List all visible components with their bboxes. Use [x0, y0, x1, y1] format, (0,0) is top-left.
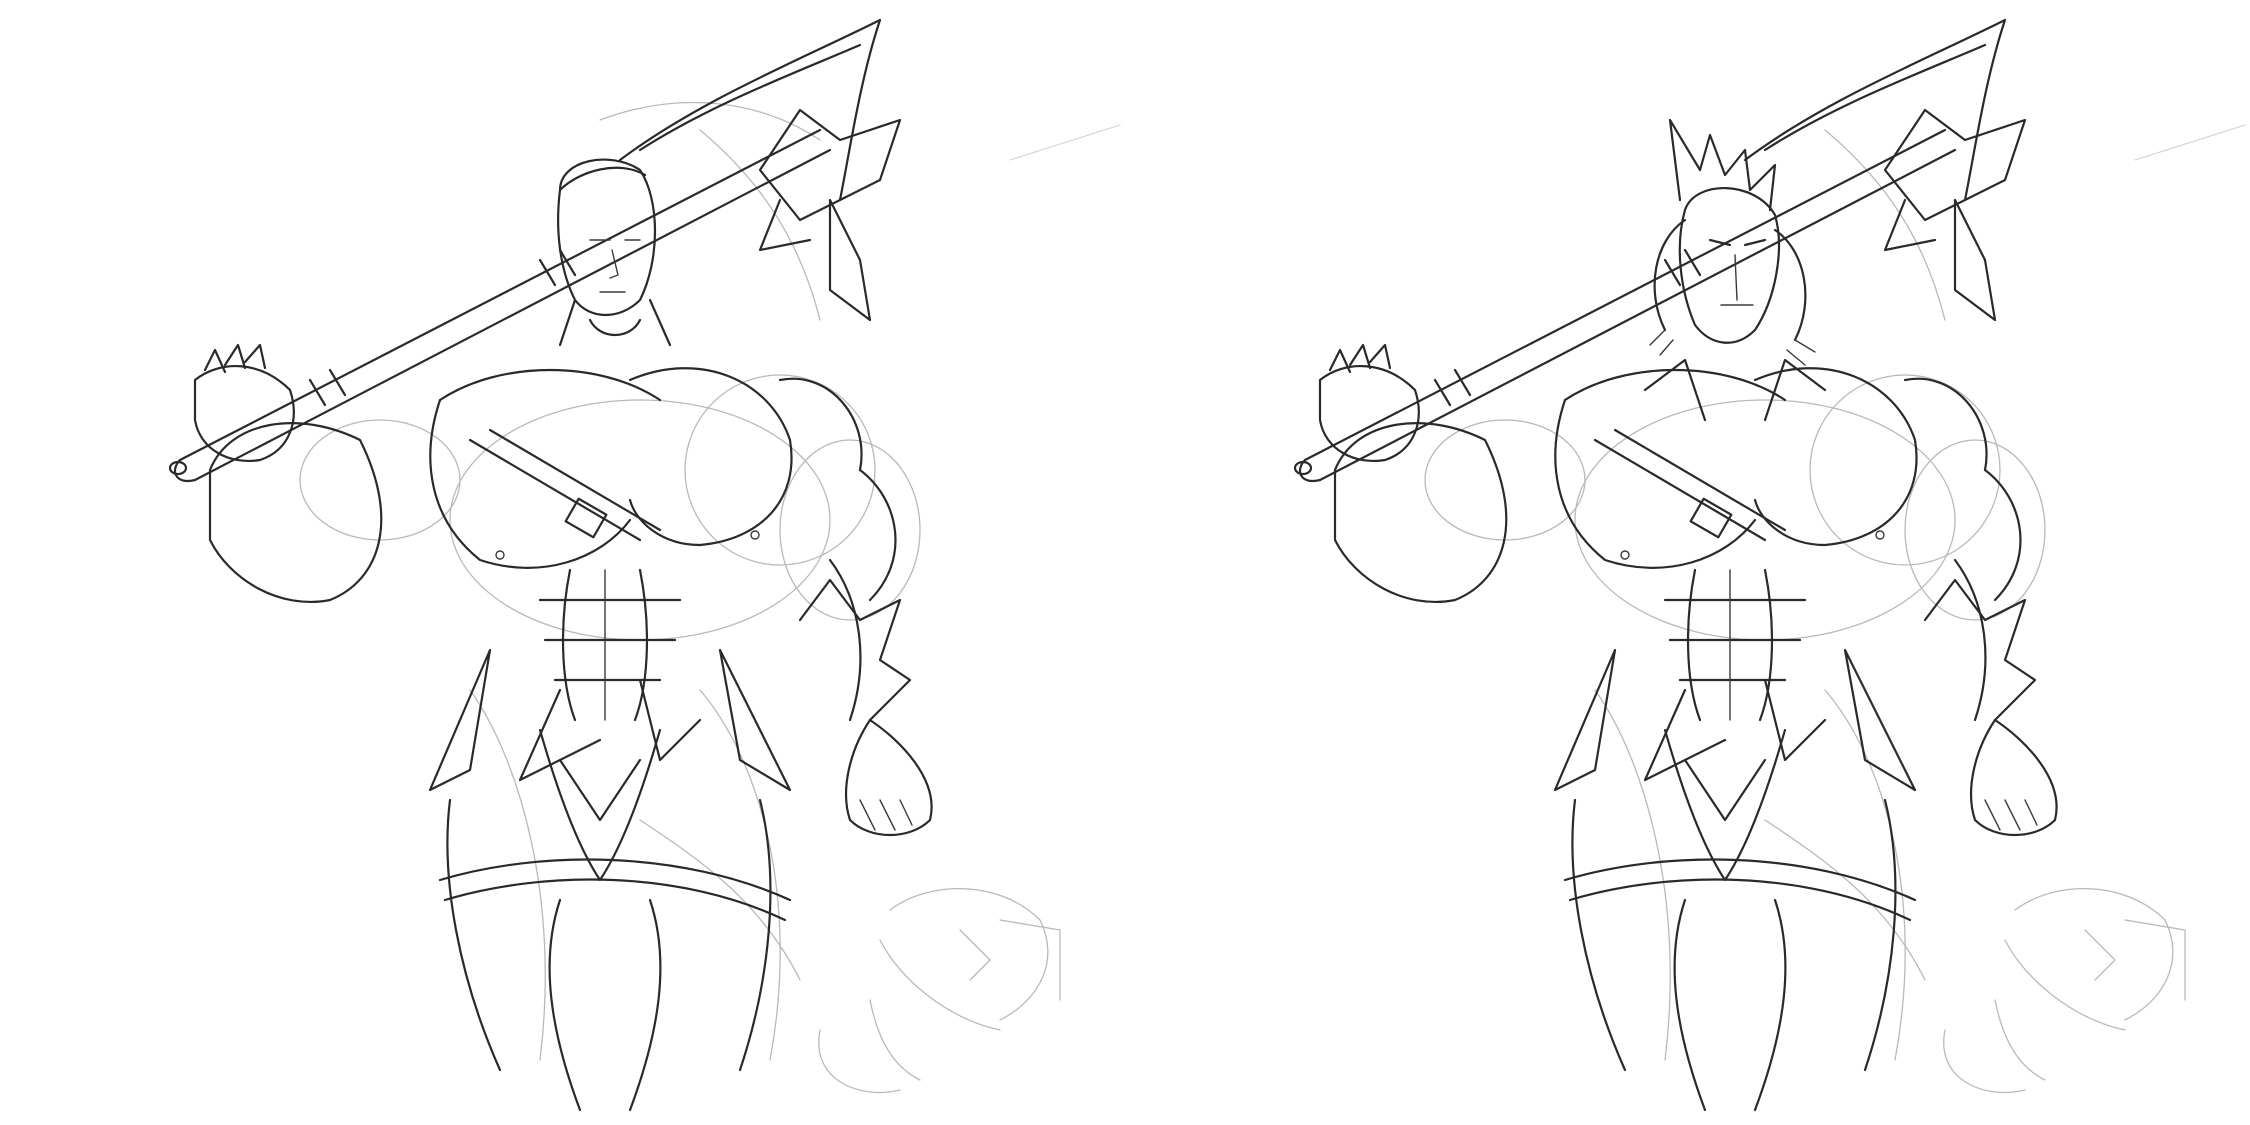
waist-armor [1553, 648, 1917, 1112]
panel-human-warrior [0, 0, 1125, 1125]
construction-lines [299, 101, 1121, 1061]
beast-sketch [1943, 888, 2186, 1094]
human-head [557, 158, 672, 347]
beast-sketch [818, 888, 1061, 1094]
warrior-sketch-human [168, 18, 1121, 1112]
drawing-canvas [0, 0, 2250, 1125]
torso [208, 367, 897, 722]
panel-beast-warrior [1125, 0, 2250, 1125]
right-arm [1923, 558, 2058, 837]
torso [1333, 367, 2022, 722]
warrior-sketch-beast [1293, 18, 2246, 1112]
axe [168, 18, 902, 483]
waist-armor [428, 648, 792, 1112]
right-arm [798, 558, 933, 837]
construction-lines [1424, 124, 2246, 1061]
